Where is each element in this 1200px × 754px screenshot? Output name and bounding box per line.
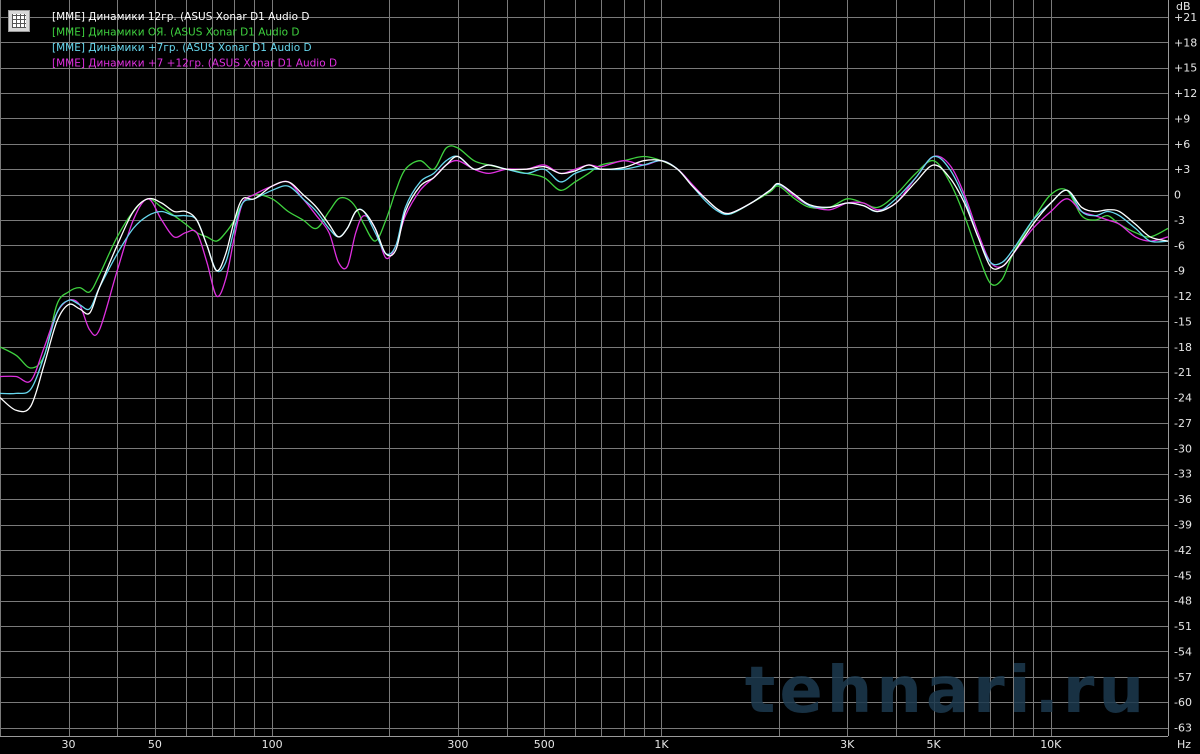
- y-tick-label: -39: [1174, 519, 1192, 532]
- frequency-response-chart: +21+18+15+12+9+6+30-3-6-9-12-15-18-21-24…: [0, 0, 1197, 751]
- y-tick-label: +6: [1174, 138, 1190, 151]
- y-tick-label: -21: [1174, 366, 1192, 379]
- y-tick-label: -54: [1174, 645, 1192, 658]
- x-tick-label: 3K: [840, 738, 855, 751]
- y-tick-label: -15: [1174, 315, 1192, 328]
- y-tick-label: 0: [1174, 189, 1181, 202]
- x-tick-label: 500: [534, 738, 555, 751]
- x-tick-label: 5K: [926, 738, 941, 751]
- chart-legend: [MME] Динамики 12гр. (ASUS Xonar D1 Audi…: [52, 11, 337, 70]
- x-tick-label: 10K: [1040, 738, 1062, 751]
- chart-grid-icon[interactable]: [8, 10, 30, 32]
- series-line-2: [0, 145, 1169, 369]
- chart-series-lines: [0, 145, 1169, 413]
- y-tick-label: -51: [1174, 620, 1192, 633]
- y-tick-label: -45: [1174, 569, 1192, 582]
- y-tick-label: +3: [1174, 163, 1190, 176]
- x-axis-unit-label: Hz: [1177, 738, 1191, 751]
- x-tick-label: 300: [447, 738, 468, 751]
- y-tick-label: -30: [1174, 442, 1192, 455]
- x-tick-label: 1K: [654, 738, 669, 751]
- y-tick-label: +18: [1174, 36, 1197, 49]
- y-tick-label: -57: [1174, 671, 1192, 684]
- y-tick-label: -63: [1174, 722, 1192, 735]
- y-tick-label: +15: [1174, 62, 1197, 75]
- y-tick-label: -33: [1174, 468, 1192, 481]
- y-tick-label: -6: [1174, 239, 1185, 252]
- y-tick-label: -48: [1174, 595, 1192, 608]
- y-tick-label: -42: [1174, 544, 1192, 557]
- x-tick-label: 30: [62, 738, 76, 751]
- y-tick-label: -9: [1174, 265, 1185, 278]
- y-tick-label: +9: [1174, 112, 1190, 125]
- y-axis-unit-label: dB: [1176, 0, 1191, 13]
- y-tick-label: -24: [1174, 392, 1192, 405]
- x-tick-label: 100: [262, 738, 283, 751]
- y-tick-label: +12: [1174, 87, 1197, 100]
- y-tick-label: -60: [1174, 696, 1192, 709]
- x-axis-tick-labels: 30 50 100 300 500 1K 3K 5K 10K: [62, 738, 1063, 751]
- legend-entry: [MME] Динамики 12гр. (ASUS Xonar D1 Audi…: [52, 11, 309, 23]
- y-tick-label: -27: [1174, 417, 1192, 430]
- x-tick-label: 50: [148, 738, 162, 751]
- chart-grid: [0, 0, 1169, 737]
- legend-entry: [MME] Динамики +7гр. (ASUS Xonar D1 Audi…: [52, 42, 312, 54]
- y-tick-label: -3: [1174, 214, 1185, 227]
- legend-entry: [MME] Динамики +7 +12гр. (ASUS Xonar D1 …: [52, 58, 337, 70]
- y-tick-label: -12: [1174, 290, 1192, 303]
- series-line-1: [0, 155, 1169, 413]
- y-tick-label: -36: [1174, 493, 1192, 506]
- legend-entry: [MME] Динамики ОЯ. (ASUS Xonar D1 Audio …: [52, 27, 299, 39]
- series-line-3: [0, 155, 1169, 395]
- y-tick-label: -18: [1174, 341, 1192, 354]
- y-axis-tick-labels: +21+18+15+12+9+6+30-3-6-9-12-15-18-21-24…: [1174, 11, 1197, 735]
